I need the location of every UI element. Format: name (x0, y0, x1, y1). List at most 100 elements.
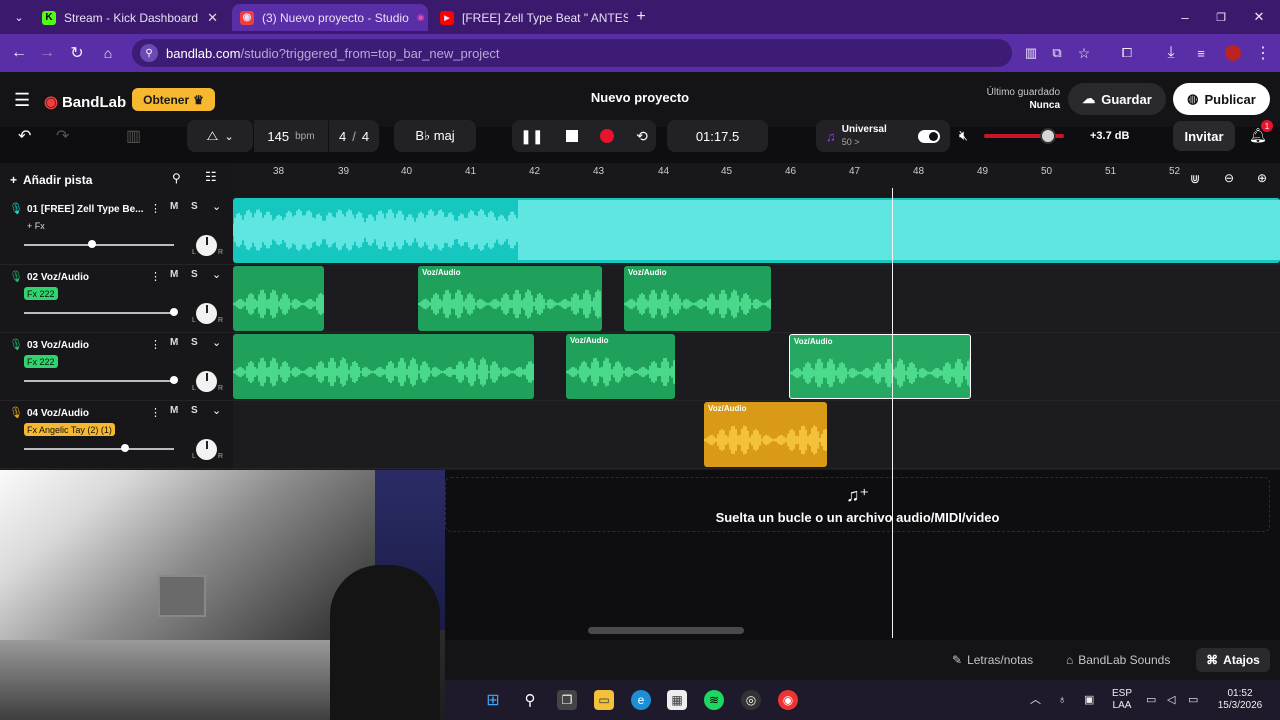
chevron-down-icon[interactable]: ⌄ (212, 336, 221, 349)
track-menu-icon[interactable]: ⋮ (150, 338, 161, 351)
audio-clip[interactable] (233, 266, 324, 331)
close-tab-icon[interactable]: ✕ (207, 10, 218, 26)
audio-clip[interactable]: Voz/Audio (624, 266, 771, 331)
stop-button[interactable] (565, 130, 578, 142)
solo-button[interactable]: S (191, 405, 198, 416)
save-button[interactable]: ☁ Guardar (1068, 83, 1166, 115)
audio-clip[interactable]: Voz/Audio (566, 334, 675, 399)
autopitch-preset[interactable]: ♫ Universal 50 > (816, 120, 950, 152)
fx-chip[interactable]: Fx Angelic Tay (2) (1) (24, 423, 115, 436)
audio-clip[interactable]: Voz/Audio (789, 334, 971, 399)
mute-button[interactable]: M (170, 337, 178, 348)
zoom-in-icon[interactable]: ⊕ (1257, 171, 1267, 185)
audio-clip[interactable]: Voz/Audio (704, 402, 827, 467)
minimize-button[interactable]: – (1174, 6, 1196, 28)
zoom-out-icon[interactable]: ⊖ (1224, 171, 1234, 185)
publish-button[interactable]: ◍ Publicar (1173, 83, 1270, 115)
audio-clip[interactable]: Voz/Audio (418, 266, 602, 331)
track-name[interactable]: 03 Voz/Audio (27, 340, 145, 351)
drop-zone[interactable]: ♫⁺ Suelta un bucle o un archivo audio/MI… (445, 477, 1270, 532)
volume-handle[interactable] (170, 308, 178, 316)
timeline-ruler[interactable] (233, 163, 1280, 197)
mute-button[interactable]: M (170, 201, 178, 212)
metronome-button[interactable]: ⧍ ⌄ (187, 120, 253, 152)
language-indicator[interactable]: ESP LAA (1112, 688, 1132, 712)
horizontal-scrollbar[interactable] (588, 627, 744, 634)
mic-icon[interactable]: 🎙︎ (9, 406, 23, 419)
loop-button[interactable]: ⟲ (636, 128, 648, 145)
volume-handle[interactable] (170, 376, 178, 384)
tuner-icon[interactable]: ⚲ (172, 171, 181, 185)
spotify-icon[interactable]: ≋ (704, 690, 724, 710)
mic-icon[interactable]: 🎙︎ (9, 338, 23, 351)
network-icon[interactable]: ▭ (1146, 694, 1156, 706)
reload-icon[interactable]: ↻ (66, 42, 88, 64)
audio-clip[interactable] (233, 334, 534, 399)
undo-icon[interactable]: ↶ (18, 126, 31, 146)
track-menu-icon[interactable]: ⋮ (150, 270, 161, 283)
record-button[interactable] (599, 129, 614, 143)
lyrics-notes-button[interactable]: ✎ Letras/notas (952, 648, 1033, 672)
track-lanes[interactable]: Voz/Audio Voz/Audio Voz/Audio Voz/Audio Voz/… (233, 197, 1280, 470)
fx-chip[interactable]: Fx 222 (24, 355, 58, 368)
volume-tray-icon[interactable]: ◁ (1167, 694, 1175, 706)
time-signature-field[interactable]: 4 / 4 (329, 120, 379, 152)
track-header[interactable]: 🎙︎ 03 Voz/Audio ⋮ M S ⌄ Fx 222 L R (0, 333, 233, 401)
close-window-button[interactable]: ✕ (1248, 6, 1270, 28)
track-volume-slider[interactable] (24, 376, 178, 384)
site-info-icon[interactable]: ⚲ (140, 44, 158, 62)
preset-toggle[interactable] (918, 129, 940, 143)
hamburger-menu-icon[interactable]: ☰ (14, 90, 30, 111)
reading-mode-icon[interactable]: ▥ (1020, 42, 1042, 64)
tab-kick[interactable]: K Stream - Kick Dashboard ✕ (34, 4, 226, 31)
mic-tray-icon[interactable]: ♁ (1058, 694, 1066, 706)
pan-knob[interactable] (196, 439, 217, 460)
obs-icon[interactable]: ◎ (741, 690, 761, 710)
bandlab-logo[interactable]: ◉ BandLab (44, 92, 126, 112)
device-tray-icon[interactable]: ▣ (1084, 694, 1094, 706)
mic-icon[interactable]: 🎙︎ (9, 202, 23, 215)
track-name[interactable]: 04 Voz/Audio (27, 408, 145, 419)
tempo-field[interactable]: 145 bpm (254, 120, 328, 152)
speaker-mute-icon[interactable]: 🔇︎ (959, 127, 968, 144)
tray-overflow-icon[interactable]: ︿ (1030, 694, 1041, 706)
profile-avatar[interactable] (1222, 42, 1244, 64)
address-bar[interactable]: ⚲ bandlab.com/studio?triggered_from=top_… (132, 39, 1012, 67)
get-membership-button[interactable]: Obtener ♛ (132, 88, 215, 111)
system-clock[interactable]: 01:52 15/3/2026 (1216, 688, 1264, 712)
track-volume-slider[interactable] (24, 444, 174, 452)
redo-icon[interactable]: ↷ (56, 126, 69, 146)
extensions-icon[interactable]: ⧠ (1116, 42, 1138, 64)
playhead[interactable] (892, 188, 893, 638)
bookmark-star-icon[interactable]: ☆ (1073, 42, 1095, 64)
bandlab-sounds-button[interactable]: ⌂ BandLab Sounds (1066, 648, 1170, 672)
pause-button[interactable]: ❚❚ (520, 128, 543, 145)
key-selector[interactable]: B♭ maj (394, 120, 476, 152)
project-title[interactable]: Nuevo proyecto (540, 90, 740, 105)
back-arrow-icon[interactable]: ← (8, 42, 30, 64)
snap-magnet-icon[interactable]: ⋓ (1190, 172, 1200, 186)
track-menu-icon[interactable]: ⋮ (150, 202, 161, 215)
battery-icon[interactable]: ▭ (1188, 694, 1198, 706)
track-volume-slider[interactable] (24, 308, 178, 316)
mute-button[interactable]: M (170, 269, 178, 280)
chevron-down-icon[interactable]: ⌄ (212, 404, 221, 417)
install-app-icon[interactable]: ⧉ (1046, 42, 1068, 64)
shortcuts-button[interactable]: ⌘ Atajos (1196, 648, 1270, 672)
edge-icon[interactable]: e (631, 690, 651, 710)
track-volume-slider[interactable] (24, 240, 174, 248)
file-explorer-icon[interactable]: ▭ (594, 690, 614, 710)
browser-menu-icon[interactable]: ⋮ (1252, 42, 1274, 64)
track-menu-icon[interactable]: ⋮ (150, 406, 161, 419)
track-header[interactable]: 🎙︎ 01 [FREE] Zell Type Be... ⋮ M S ⌄ + Fx L R (0, 197, 233, 265)
fx-chip[interactable]: + Fx (24, 219, 48, 232)
audio-clip[interactable] (233, 198, 1280, 263)
track-header[interactable]: 🎙︎ 02 Voz/Audio ⋮ M S ⌄ Fx 222 L R (0, 265, 233, 333)
track-header[interactable]: 🎙︎ 04 Voz/Audio ⋮ M S ⌄ Fx Angelic Tay (2) (1)… (0, 401, 233, 469)
add-track-button[interactable]: + Añadir pista (10, 169, 92, 191)
pan-knob[interactable] (196, 235, 217, 256)
track-name[interactable]: 01 [FREE] Zell Type Be... (27, 204, 145, 215)
store-icon[interactable]: ▦ (667, 690, 687, 710)
volume-handle[interactable] (1040, 128, 1056, 144)
mute-button[interactable]: M (170, 405, 178, 416)
